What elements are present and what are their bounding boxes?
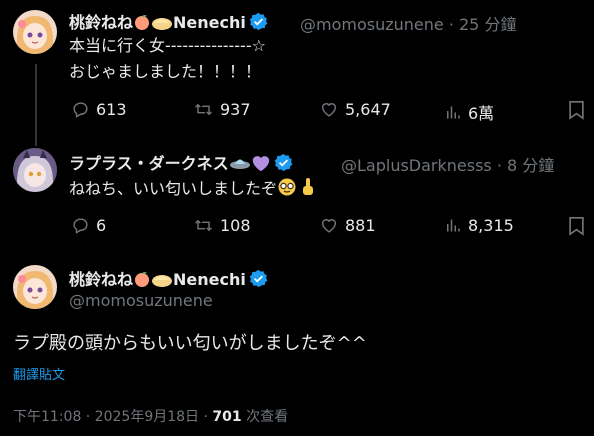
avatar-nene-main[interactable] bbox=[13, 265, 57, 309]
tweet1-handle-time[interactable]: @momosuzunene · 25 分鐘 bbox=[300, 11, 516, 35]
bookmark-icon bbox=[569, 217, 584, 236]
tweet2-handle[interactable]: @LaplusDarknesss bbox=[341, 156, 492, 175]
tweet2-author[interactable]: ラプラス・ダークネス bbox=[69, 150, 293, 176]
avatar-laplus[interactable] bbox=[13, 148, 57, 192]
tweet2-views-button[interactable]: 8,315 bbox=[444, 216, 514, 235]
main-author[interactable]: 桃鈴ねね Nenechi bbox=[69, 266, 268, 292]
reply-icon bbox=[73, 102, 88, 118]
tweet1-handle[interactable]: @momosuzunene bbox=[300, 15, 444, 34]
main-name-suffix: Nenechi bbox=[173, 270, 246, 289]
tweet1-views-button[interactable]: 6萬 bbox=[444, 100, 494, 124]
tweet1-view-count: 6萬 bbox=[468, 104, 495, 123]
tweet2-handle-time[interactable]: @LaplusDarknesss · 8 分鐘 bbox=[341, 152, 554, 176]
reply-icon bbox=[73, 218, 88, 234]
post-view-label: 次查看 bbox=[241, 409, 289, 425]
tweet2-retweet-button[interactable]: 108 bbox=[193, 216, 251, 235]
bun-icon bbox=[151, 270, 173, 292]
thread-line bbox=[35, 64, 37, 146]
tweet1-line2: おじゃましました！！！！ bbox=[69, 62, 262, 81]
main-text: ラプ殿の頭からもいい匂いがしましたぞ^^ bbox=[13, 333, 367, 354]
verified-icon bbox=[249, 269, 268, 288]
bookmark-icon bbox=[569, 101, 584, 120]
pointing-up-icon bbox=[300, 177, 316, 203]
views-icon bbox=[447, 219, 460, 232]
tweet2-name: ラプラス・ダークネス bbox=[69, 154, 229, 173]
tweet1-time[interactable]: · 25 分鐘 bbox=[449, 15, 517, 34]
heart-icon bbox=[321, 103, 337, 117]
purple-heart-icon bbox=[251, 154, 271, 176]
tweet1-reply-count: 613 bbox=[96, 100, 127, 119]
tweet1-retweet-count: 937 bbox=[220, 100, 251, 119]
tweet1-name: 桃鈴ねね bbox=[69, 13, 134, 32]
tweet2-text-row: ねねち、いい匂いしましたぞ bbox=[69, 177, 316, 203]
tweet2-like-count: 881 bbox=[345, 216, 376, 235]
ufo-icon bbox=[229, 154, 251, 176]
nerd-face-icon bbox=[277, 177, 297, 203]
translate-link[interactable]: 翻譯貼文 bbox=[13, 364, 65, 383]
retweet-icon bbox=[195, 103, 212, 116]
tweet2-time[interactable]: · 8 分鐘 bbox=[497, 156, 554, 175]
tweet1-like-count: 5,647 bbox=[345, 100, 391, 119]
tweet2-like-button[interactable]: 881 bbox=[319, 216, 376, 235]
tweet1-bookmark-button[interactable] bbox=[568, 100, 585, 124]
tweet2-retweet-count: 108 bbox=[220, 216, 251, 235]
main-handle[interactable]: @momosuzunene bbox=[69, 291, 213, 310]
peach-icon bbox=[133, 270, 151, 292]
main-name: 桃鈴ねね bbox=[69, 270, 134, 289]
tweet1-like-button[interactable]: 5,647 bbox=[319, 100, 391, 119]
tweet2-bookmark-button[interactable] bbox=[568, 216, 585, 240]
post-view-count: 701 bbox=[212, 409, 242, 425]
tweet1-author[interactable]: 桃鈴ねね Nenechi bbox=[69, 9, 268, 35]
tweet2-text: ねねち、いい匂いしましたぞ bbox=[69, 179, 278, 198]
verified-icon bbox=[249, 12, 268, 31]
tweet1-reply-button[interactable]: 613 bbox=[71, 100, 127, 119]
retweet-icon bbox=[195, 219, 212, 232]
avatar-nene[interactable] bbox=[13, 10, 57, 54]
peach-icon bbox=[133, 13, 151, 35]
post-meta: 下午11:08 · 2025年9月18日 · 701 次查看 bbox=[13, 406, 288, 426]
views-icon bbox=[447, 106, 460, 118]
tweet1-name-suffix: Nenechi bbox=[173, 13, 246, 32]
verified-icon bbox=[274, 153, 293, 172]
tweet1-retweet-button[interactable]: 937 bbox=[193, 100, 251, 119]
heart-icon bbox=[321, 219, 337, 233]
tweet2-reply-count: 6 bbox=[96, 216, 107, 235]
bun-icon bbox=[151, 13, 173, 35]
tweet2-view-count: 8,315 bbox=[468, 216, 514, 235]
post-timestamp[interactable]: 下午11:08 · 2025年9月18日 · bbox=[13, 409, 212, 425]
tweet1-line1: 本当に行く女---------------☆ bbox=[69, 36, 266, 55]
tweet2-reply-button[interactable]: 6 bbox=[71, 216, 106, 235]
